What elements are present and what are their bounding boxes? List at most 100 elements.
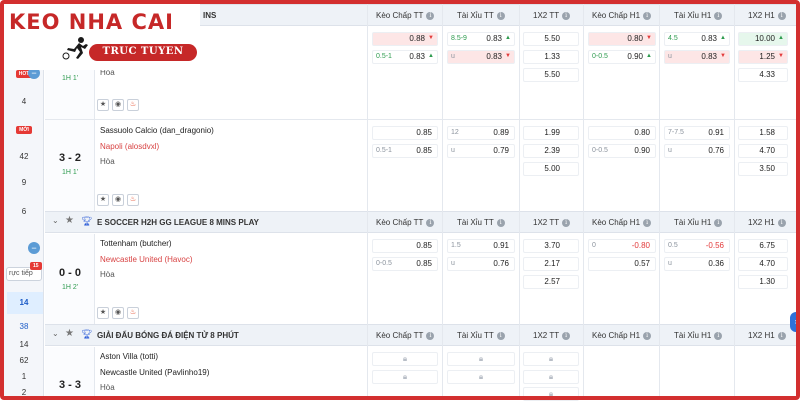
sidebar-count[interactable]: 6 <box>4 207 44 216</box>
away-team[interactable]: Newcastle United (Havoc) <box>100 255 192 264</box>
odds-cell[interactable]: 1.99 <box>523 126 579 140</box>
league-header[interactable]: ⌄ ★ 🏆︎ E SOCCER H2H GG LEAGUE 8 MINS PLA… <box>45 211 796 233</box>
odds-cell[interactable]: u 0.79 <box>447 144 515 158</box>
fire-icon[interactable]: ♨ <box>127 307 139 319</box>
odds-cell[interactable]: 8.5-9 0.83 ▲ <box>447 32 515 46</box>
odds-cell[interactable]: 12 0.89 <box>447 126 515 140</box>
info-icon: i <box>496 11 505 20</box>
match-score: 0 - 0 <box>58 267 81 279</box>
odds-cell[interactable]: u 0.76 <box>664 144 730 158</box>
draw-label: Hòa <box>100 383 115 392</box>
odds-cell[interactable]: 6.75 <box>738 239 788 253</box>
odds-cell[interactable]: 2.39 <box>523 144 579 158</box>
odds-cell[interactable]: 0.85 <box>372 239 438 253</box>
sidebar-count[interactable]: 38 <box>4 322 44 331</box>
odds-cell[interactable]: 0-0.5 0.85 <box>372 257 438 271</box>
home-team[interactable]: Aston Villa (totti) <box>100 352 158 361</box>
sidebar-count[interactable]: 62 <box>4 356 44 365</box>
sidebar-count[interactable]: 14 <box>4 340 44 349</box>
collapse-icon[interactable]: − <box>28 242 40 254</box>
eye-icon[interactable]: ◉ <box>112 99 124 111</box>
scroll-right-button[interactable]: › <box>790 312 800 332</box>
odds-cell[interactable]: 0.88 ▼ <box>372 32 438 46</box>
star-icon[interactable]: ★ <box>97 99 109 111</box>
odds-cell[interactable]: u 0.76 <box>447 257 515 271</box>
odds-cell[interactable]: 0.85 <box>372 126 438 140</box>
odds-cell[interactable]: 4.5 0.83 ▲ <box>664 32 730 46</box>
odds-cell[interactable]: u 0.36 <box>664 257 730 271</box>
odds-cell[interactable]: 0.80 ▼ <box>588 32 656 46</box>
trophy-icon: 🏆︎ <box>81 216 93 226</box>
sidebar-count[interactable]: 1 <box>4 372 44 381</box>
locked-cell: 🔒︎ <box>523 370 579 384</box>
sidebar-badge-new[interactable]: MỚI <box>4 124 44 134</box>
odds-cell[interactable]: 0.5 -0.56 <box>664 239 730 253</box>
odds-cell[interactable]: 10.00 ▲ <box>738 32 788 46</box>
odds-cell[interactable]: 0.57 <box>588 257 656 271</box>
logo-banner: TRUC TUYEN <box>89 44 197 61</box>
match-status: 0 - 0 1H 2' <box>45 234 95 324</box>
odds-cell[interactable]: 1.25 ▼ <box>738 50 788 64</box>
draw-label: Hòa <box>100 270 115 279</box>
match-score: 3 - 2 <box>58 152 81 164</box>
away-team[interactable]: Napoli (alosdvxl) <box>100 142 159 151</box>
lock-icon: 🔒︎ <box>402 372 408 381</box>
odds-cell[interactable]: 7-7.5 0.91 <box>664 126 730 140</box>
col-head: Tài Xỉu H1 i <box>674 331 723 340</box>
match-status: 3 - 3 <box>45 347 95 396</box>
odds-cell[interactable]: 2.17 <box>523 257 579 271</box>
odds-cell[interactable]: 1.5 0.91 <box>447 239 515 253</box>
locked-cell: 🔒︎ <box>523 387 579 401</box>
odds-cell[interactable]: 1.33 <box>523 50 579 64</box>
col-head: Kèo Chấp H1 i <box>592 218 652 227</box>
sidebar-count[interactable]: 2 <box>4 388 44 397</box>
league-name: E SOCCER H2H GG LEAGUE 8 MINS PLAY <box>97 218 259 227</box>
fire-icon[interactable]: ♨ <box>127 194 139 206</box>
odds-cell[interactable]: 2.57 <box>523 275 579 289</box>
away-team[interactable]: Newcastle United (Pavlinho19) <box>100 368 209 377</box>
sidebar-count[interactable]: 14 <box>4 298 44 307</box>
draw-label: Hòa <box>100 157 115 166</box>
col-head: 1X2 H1 i <box>748 218 786 227</box>
odds-cell[interactable]: 5.50 <box>523 32 579 46</box>
home-team[interactable]: Tottenham (butcher) <box>100 239 172 248</box>
odds-cell[interactable]: u 0.83 ▼ <box>664 50 730 64</box>
odds-cell[interactable]: 3.50 <box>738 162 788 176</box>
odds-cell[interactable]: 0-0.5 0.90 <box>588 144 656 158</box>
odds-cell[interactable]: 4.70 <box>738 144 788 158</box>
info-icon: i <box>562 331 571 340</box>
star-icon[interactable]: ★ <box>97 194 109 206</box>
chevron-down-icon[interactable]: ⌄ <box>52 329 59 338</box>
sidebar-count[interactable]: 42 <box>4 152 44 161</box>
eye-icon[interactable]: ◉ <box>112 194 124 206</box>
home-team[interactable]: Sassuolo Calcio (dan_dragonio) <box>100 126 214 135</box>
lock-icon: 🔒︎ <box>402 354 408 363</box>
match-time: 1H 2' <box>61 284 79 291</box>
chevron-down-icon[interactable]: ⌄ <box>52 216 59 225</box>
odds-cell[interactable]: 1.58 <box>738 126 788 140</box>
fire-icon[interactable]: ♨ <box>127 99 139 111</box>
logo-subtitle: TRUC TUYEN <box>102 46 184 57</box>
odds-cell[interactable]: 4.70 <box>738 257 788 271</box>
star-icon[interactable]: ★ <box>65 328 74 339</box>
star-icon[interactable]: ★ <box>65 215 74 226</box>
site-logo[interactable]: KEO NHA CAI TRUC TUYEN <box>4 4 200 70</box>
star-icon[interactable]: ★ <box>97 307 109 319</box>
odds-cell[interactable]: 0 -0.80 <box>588 239 656 253</box>
league-header[interactable]: ⌄ ★ 🏆︎ GIẢI ĐẤU BÓNG ĐÁ ĐIỆN TỬ 8 PHÚT K… <box>45 324 796 346</box>
odds-cell[interactable]: 1.30 <box>738 275 788 289</box>
sidebar-count[interactable]: 4 <box>4 97 44 106</box>
odds-cell[interactable]: 0.5-1 0.83 ▲ <box>372 50 438 64</box>
odds-cell[interactable]: 3.70 <box>523 239 579 253</box>
odds-cell[interactable]: 5.50 <box>523 68 579 82</box>
odds-cell[interactable]: 0.5-1 0.85 <box>372 144 438 158</box>
eye-icon[interactable]: ◉ <box>112 307 124 319</box>
sidebar-count[interactable]: 9 <box>4 178 44 187</box>
odds-cell[interactable]: 5.00 <box>523 162 579 176</box>
info-icon: i <box>562 11 571 20</box>
odds-cell[interactable]: 4.33 <box>738 68 788 82</box>
info-icon: i <box>777 11 786 20</box>
odds-cell[interactable]: 0-0.5 0.90 ▲ <box>588 50 656 64</box>
odds-cell[interactable]: 0.80 <box>588 126 656 140</box>
odds-cell[interactable]: u 0.83 ▼ <box>447 50 515 64</box>
